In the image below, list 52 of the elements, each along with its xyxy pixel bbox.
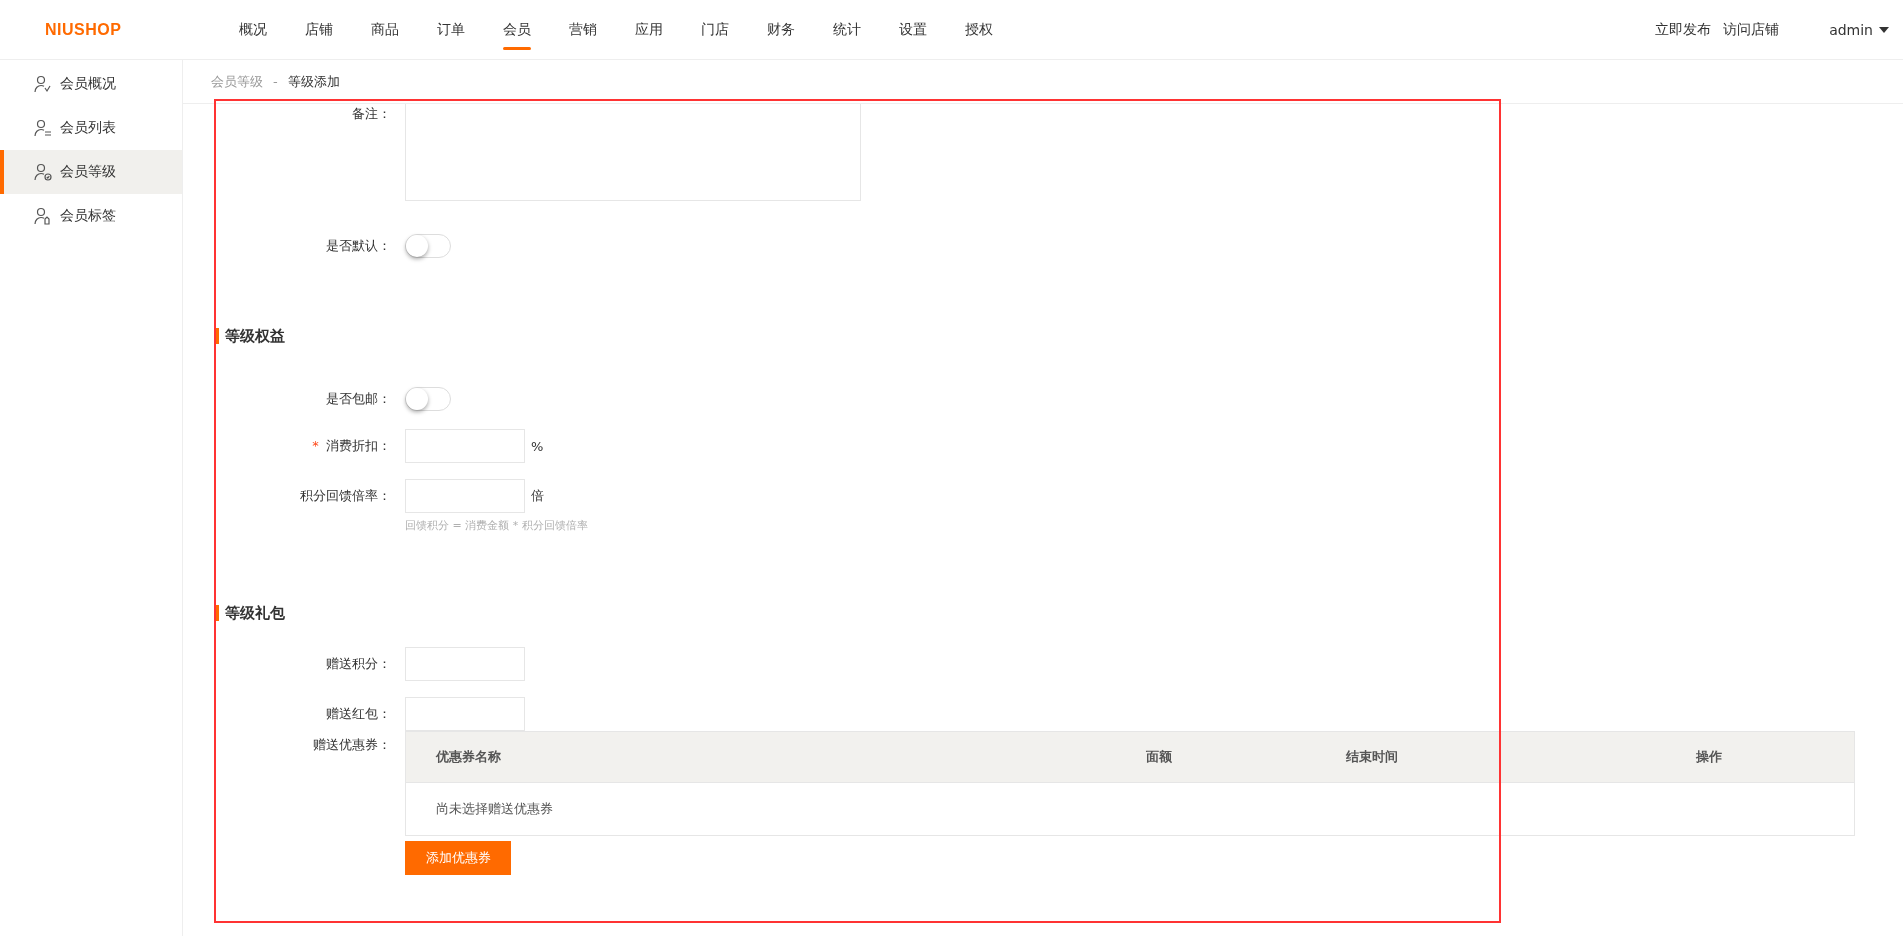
field-label: 消费折扣：: [326, 438, 391, 453]
nav-tab[interactable]: 授权: [965, 0, 993, 59]
unit-label: %: [531, 438, 544, 454]
user-icon: [34, 207, 52, 225]
user-icon: [34, 119, 52, 137]
column-header: 操作: [1696, 748, 1723, 766]
nav-tab[interactable]: 营销: [569, 0, 597, 59]
nav-tab[interactable]: 商品: [371, 0, 399, 59]
user-menu[interactable]: admin: [1829, 21, 1889, 38]
field-label: 赠送积分：: [326, 656, 391, 671]
field-label: 备注：: [352, 106, 391, 121]
field-label: 是否默认：: [326, 238, 391, 253]
input-field[interactable]: [405, 429, 525, 463]
nav-tab[interactable]: 会员: [503, 0, 531, 59]
nav-tab[interactable]: 应用: [635, 0, 663, 59]
toggle-switch[interactable]: [405, 387, 451, 411]
header-link[interactable]: 访问店铺: [1723, 20, 1780, 39]
nav-tab[interactable]: 概况: [239, 0, 267, 59]
required-mark: *: [312, 438, 319, 453]
nav-tab[interactable]: 门店: [701, 0, 729, 59]
unit-label: 倍: [531, 487, 544, 505]
user-icon: [34, 75, 52, 93]
field-label: 是否包邮：: [326, 391, 391, 406]
section-heading: 等级礼包: [216, 605, 285, 621]
sidebar-item[interactable]: 会员等级: [0, 150, 182, 194]
column-header: 结束时间: [1346, 748, 1399, 766]
input-field[interactable]: [405, 479, 525, 513]
section-heading: 等级权益: [216, 328, 285, 344]
sidebar-item[interactable]: 会员列表: [0, 106, 182, 150]
toggle-switch[interactable]: [405, 234, 451, 258]
hint-text: 回馈积分 = 消费金额 * 积分回馈倍率: [405, 518, 588, 533]
sidebar-item[interactable]: 会员概况: [0, 62, 182, 106]
nav-tab[interactable]: 设置: [899, 0, 927, 59]
remark-textarea[interactable]: [405, 104, 861, 201]
input-field[interactable]: [405, 647, 525, 681]
user-icon: [34, 163, 52, 181]
breadcrumb-separator: -: [273, 74, 278, 89]
field-label: 赠送优惠券：: [313, 737, 391, 752]
field-label: 积分回馈倍率：: [300, 488, 391, 503]
nav-tab[interactable]: 店铺: [305, 0, 333, 59]
nav-tab[interactable]: 财务: [767, 0, 795, 59]
empty-message: 尚未选择赠送优惠券: [406, 782, 1854, 835]
column-header: 面额: [1146, 748, 1173, 766]
field-label: 赠送红包：: [326, 706, 391, 721]
breadcrumb-current: 等级添加: [287, 72, 340, 91]
sidebar-item[interactable]: 会员标签: [0, 194, 182, 238]
input-field[interactable]: [405, 697, 525, 731]
header-link[interactable]: 立即发布: [1655, 20, 1712, 39]
caret-icon: [1879, 26, 1889, 33]
nav-tab[interactable]: 订单: [437, 0, 465, 59]
nav-tab[interactable]: 统计: [833, 0, 861, 59]
column-header: 优惠券名称: [436, 748, 502, 766]
